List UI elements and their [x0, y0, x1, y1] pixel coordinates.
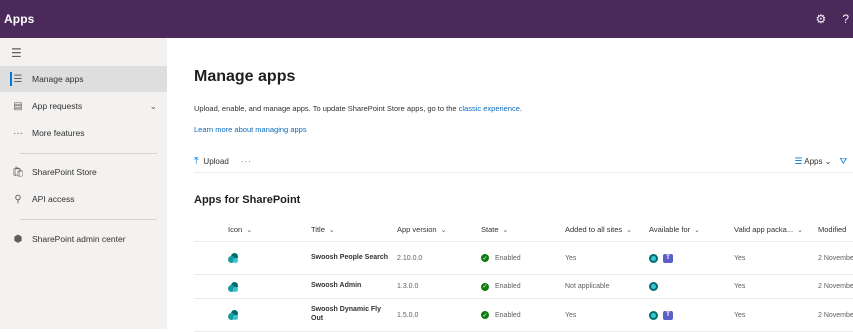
sharepoint-app-icon [228, 253, 238, 263]
sharepoint-app-icon [228, 281, 238, 292]
modified-date: 2 Novembe [818, 283, 853, 290]
classic-experience-link[interactable]: classic experience [459, 104, 520, 113]
modified-date: 2 Novembe [818, 311, 853, 319]
valid-app-package: Yes [734, 311, 746, 319]
help-icon[interactable]: ? [842, 12, 849, 26]
app-version: 1.5.0.0 [397, 311, 419, 319]
page-description: Upload, enable, and manage apps. To upda… [194, 104, 523, 113]
teams-icon: T [663, 253, 673, 263]
checkmark-icon: ✓ [481, 254, 489, 262]
document-icon: ▤ [13, 100, 23, 112]
app-title: Apps [4, 12, 35, 26]
nav-item-app-requests[interactable]: ▤ App requests ⌄ [0, 93, 167, 119]
column-header-title[interactable]: Title ⌄ [311, 218, 335, 241]
nav-item-manage-apps[interactable]: ☰ Manage apps [0, 66, 167, 92]
suite-header: Apps ⚙ ? [0, 0, 853, 38]
valid-app-package: Yes [734, 254, 746, 262]
gear-icon[interactable]: ⚙ [816, 12, 827, 26]
upload-icon: ⤒ [194, 155, 199, 167]
app-title[interactable]: Swoosh People Search [311, 254, 391, 263]
nav-item-label: API access [32, 194, 75, 204]
added-to-all-sites: Not applicable [565, 283, 610, 290]
more-icon: ··· [13, 127, 23, 139]
command-bar-divider [194, 172, 853, 173]
chevron-down-icon: ⌄ [626, 226, 632, 234]
page-title: Manage apps [194, 68, 296, 85]
added-to-all-sites: Yes [565, 254, 577, 262]
column-header-icon[interactable]: Icon ⌄ [228, 218, 252, 241]
list-icon: ☰ [13, 73, 23, 85]
filter-icon[interactable]: ⛛ [839, 156, 847, 167]
chevron-down-icon: ⌄ [502, 226, 509, 234]
chevron-down-icon[interactable]: ⌄ [149, 101, 157, 112]
column-header-app-version[interactable]: App version ⌄ [397, 218, 446, 241]
app-title[interactable]: Swoosh Admin [311, 282, 391, 291]
chevron-down-icon: ⌄ [328, 226, 335, 234]
apps-table: Icon ⌄ Title ⌄ App version ⌄ State ⌄ Added t… [194, 218, 853, 332]
table-header: Icon ⌄ Title ⌄ App version ⌄ State ⌄ Added t… [194, 218, 853, 242]
table-row[interactable]: Swoosh People Search 2.10.0.0 ✓ Enabled Y… [194, 242, 853, 275]
checkmark-icon: ✓ [481, 311, 489, 319]
sharepoint-app-icon [228, 310, 238, 320]
checkmark-icon: ✓ [481, 282, 489, 291]
added-to-all-sites: Yes [565, 311, 577, 319]
app-state: Enabled [495, 283, 521, 290]
modified-date: 2 Novembe [818, 254, 853, 262]
chevron-down-icon: ⌄ [440, 226, 447, 234]
chevron-down-icon: ⌄ [246, 226, 253, 234]
learn-more-link[interactable]: Learn more about managing apps [194, 125, 307, 134]
sharepoint-icon: ⬢ [13, 233, 23, 245]
app-version: 1.3.0.0 [397, 283, 419, 290]
column-header-state[interactable]: State ⌄ [481, 218, 508, 241]
nav-item-sharepoint-admin-center[interactable]: ⬢ SharePoint admin center [0, 226, 167, 252]
column-header-available-for[interactable]: Available for ⌄ [649, 218, 700, 241]
column-header-modified[interactable]: Modified [818, 218, 846, 241]
nav-item-label: App requests [32, 101, 83, 111]
key-icon: ⚲ [14, 193, 22, 205]
left-navigation: ☰ ☰ Manage apps ▤ App requests ⌄ ··· Mor… [0, 38, 167, 329]
sharepoint-icon [649, 310, 658, 320]
nav-item-api-access[interactable]: ⚲ API access [0, 186, 167, 212]
chevron-down-icon: ⌄ [824, 156, 832, 166]
nav-item-more-features[interactable]: ··· More features [0, 120, 167, 146]
store-icon: 🛍 [11, 166, 25, 178]
nav-item-label: SharePoint Store [32, 167, 97, 177]
hamburger-icon[interactable]: ☰ [11, 46, 22, 60]
table-row[interactable]: Swoosh Admin 1.3.0.0 ✓ Enabled Not applic… [194, 275, 853, 299]
app-state: Enabled [495, 311, 521, 319]
table-row[interactable]: Swoosh Dynamic Fly Out 1.5.0.0 ✓ Enabled … [194, 299, 853, 332]
app-version: 2.10.0.0 [397, 254, 423, 262]
section-title: Apps for SharePoint [194, 194, 301, 206]
teams-icon: T [663, 310, 673, 320]
more-commands-button[interactable]: ··· [241, 157, 252, 166]
upload-button[interactable]: ⤒ Upload [194, 156, 229, 167]
nav-item-label: SharePoint admin center [32, 234, 126, 244]
valid-app-package: Yes [734, 283, 746, 290]
app-title[interactable]: Swoosh Dynamic Fly Out [311, 306, 391, 324]
view-selector[interactable]: ☰ Apps ⌄ [794, 156, 831, 167]
nav-item-label: Manage apps [32, 74, 84, 84]
command-bar: ⤒ Upload ··· ☰ Apps ⌄ ⛛ [194, 152, 853, 170]
chevron-down-icon: ⌄ [694, 226, 701, 234]
view-lines-icon: ☰ [794, 155, 803, 166]
nav-divider [20, 219, 157, 220]
sharepoint-icon [649, 282, 658, 291]
nav-item-label: More features [32, 128, 85, 138]
chevron-down-icon: ⌄ [797, 226, 803, 234]
column-header-valid-app-package[interactable]: Valid app packa... ⌄ [734, 218, 803, 241]
sharepoint-icon [649, 253, 658, 263]
column-header-added-to-all-sites[interactable]: Added to all sites ⌄ [565, 218, 632, 241]
nav-divider [20, 153, 157, 154]
main-content: Manage apps Upload, enable, and manage a… [167, 38, 853, 332]
nav-item-sharepoint-store[interactable]: 🛍 SharePoint Store [0, 159, 167, 185]
app-state: Enabled [495, 254, 521, 262]
